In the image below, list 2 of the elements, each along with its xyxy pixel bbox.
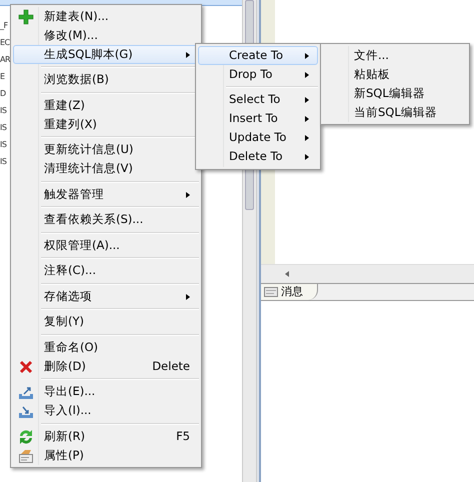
shortcut-text: Delete: [152, 358, 190, 375]
shortcut-text: F5: [176, 428, 190, 445]
